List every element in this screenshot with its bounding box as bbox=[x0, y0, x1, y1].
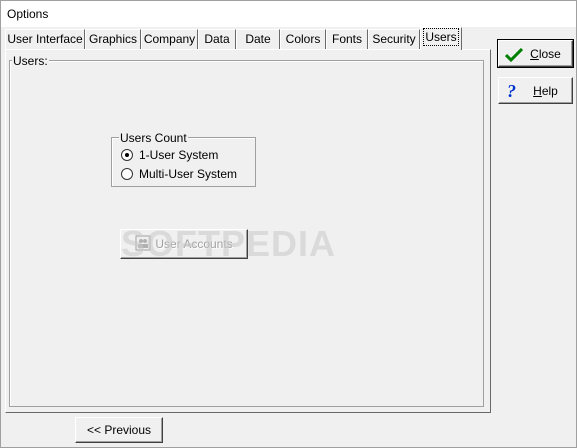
window-title: Options bbox=[7, 7, 49, 21]
radio-multi-user-system[interactable]: Multi-User System bbox=[121, 166, 237, 182]
tab-fonts[interactable]: Fonts bbox=[326, 29, 368, 49]
tab-user-interface[interactable]: User Interface bbox=[5, 29, 85, 49]
tab-company[interactable]: Company bbox=[141, 29, 198, 49]
radio-button-checked[interactable] bbox=[121, 149, 133, 161]
options-window: Options User Interface Graphics Company … bbox=[0, 0, 577, 448]
close-label-rest: lose bbox=[538, 46, 561, 61]
check-icon bbox=[504, 47, 524, 65]
tab-date[interactable]: Date bbox=[236, 29, 280, 49]
radio-label: Multi-User System bbox=[139, 167, 238, 181]
radio-one-user-system[interactable]: 1-User System bbox=[121, 147, 218, 163]
close-accelerator: C bbox=[530, 46, 539, 61]
tab-graphics[interactable]: Graphics bbox=[85, 29, 141, 49]
tab-colors[interactable]: Colors bbox=[280, 29, 326, 49]
help-icon: ? bbox=[507, 81, 516, 101]
title-bar[interactable]: Options bbox=[1, 1, 576, 27]
previous-button[interactable]: << Previous bbox=[75, 417, 163, 443]
user-accounts-label: User Accounts bbox=[155, 237, 233, 251]
radio-button[interactable] bbox=[121, 168, 133, 180]
users-count-label: Users Count bbox=[119, 131, 188, 145]
help-accelerator: H bbox=[533, 83, 542, 98]
users-tab-panel: Users: bbox=[5, 49, 491, 413]
tab-users[interactable]: Users bbox=[420, 27, 462, 50]
help-label-rest: elp bbox=[541, 83, 558, 98]
user-accounts-icon bbox=[135, 235, 151, 254]
users-group-label: Users: bbox=[12, 54, 49, 68]
tab-security[interactable]: Security bbox=[368, 29, 420, 49]
help-button[interactable]: ? Help bbox=[498, 77, 573, 104]
user-accounts-button[interactable]: User Accounts bbox=[120, 229, 248, 259]
tab-data[interactable]: Data bbox=[198, 29, 236, 49]
radio-label: 1-User System bbox=[139, 148, 219, 162]
tab-strip: User Interface Graphics Company Data Dat… bbox=[5, 27, 495, 50]
close-button[interactable]: Close bbox=[497, 39, 574, 68]
previous-label: << Previous bbox=[86, 423, 152, 437]
